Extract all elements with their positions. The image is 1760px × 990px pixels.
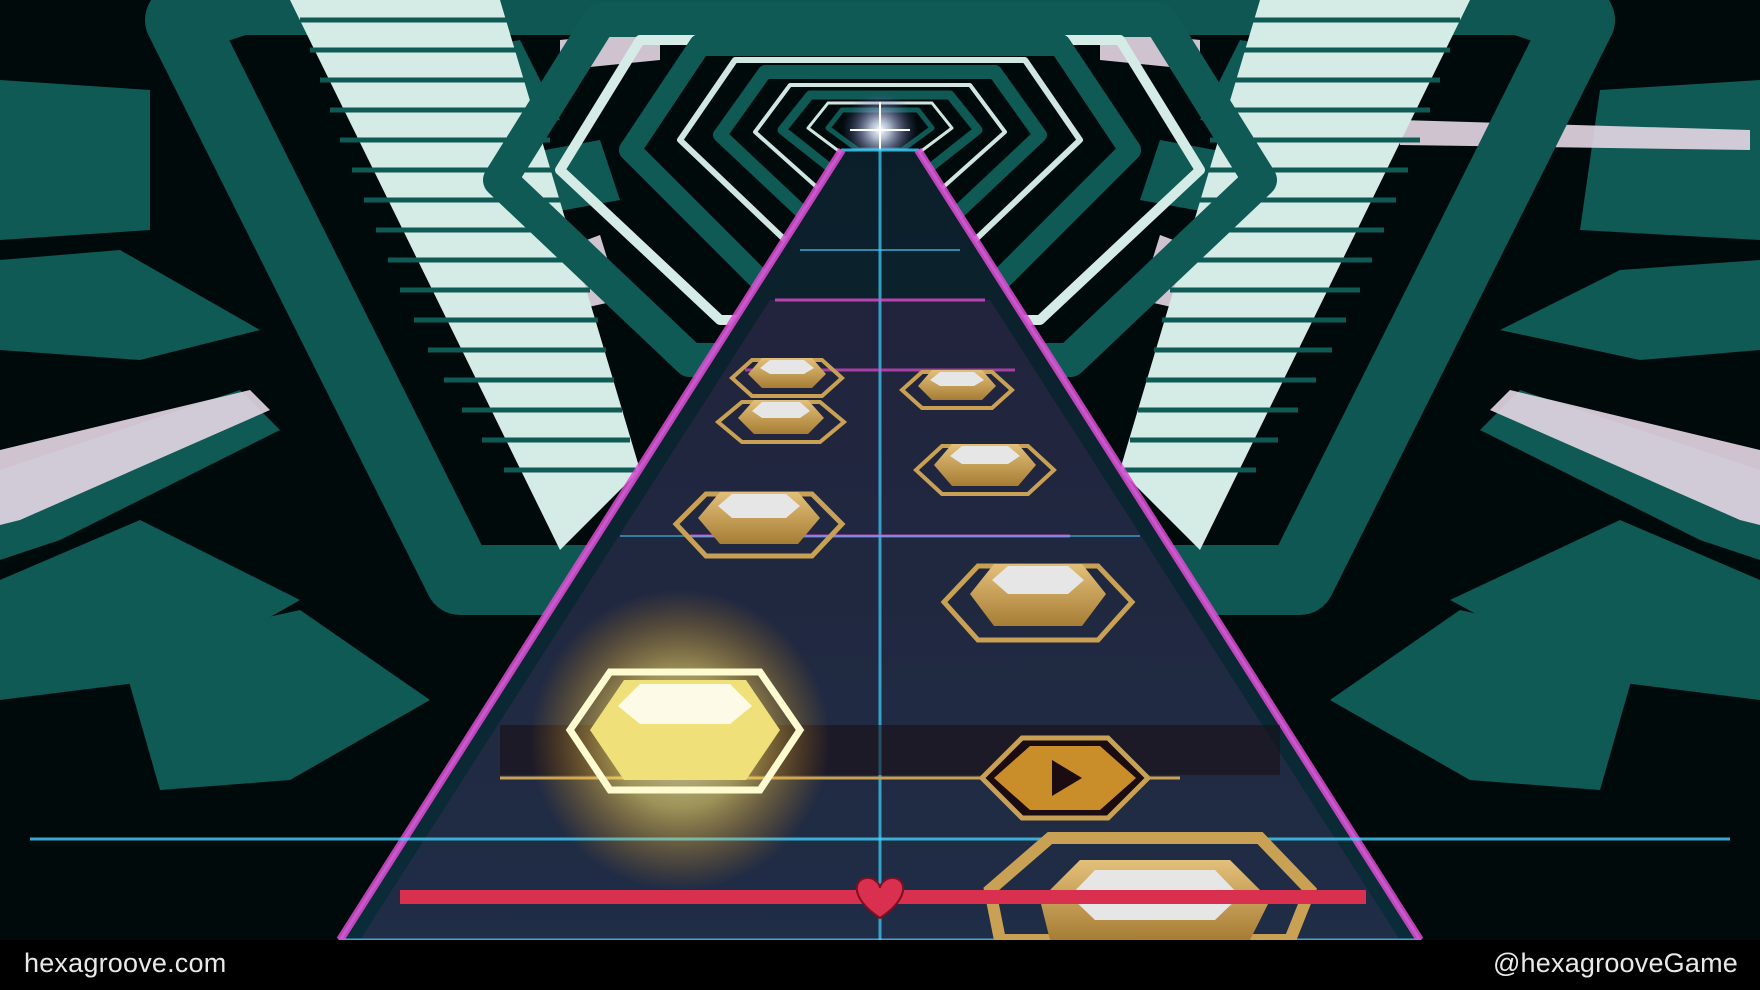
game-scene [0,0,1760,946]
social-handle[interactable]: @hexagrooveGame [1493,948,1738,979]
website-link[interactable]: hexagroove.com [24,948,226,979]
footer-bar: hexagroove.com @hexagrooveGame [0,940,1760,990]
play-triangle-icon [978,735,1152,821]
